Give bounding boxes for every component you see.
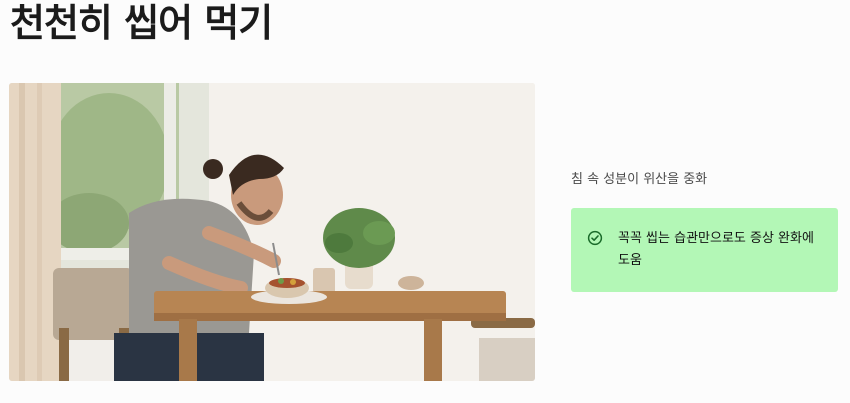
check-circle-icon xyxy=(587,230,603,246)
meal-photo xyxy=(9,83,535,381)
tip-text: 꼭꼭 씹는 습관만으로도 증상 완화에 도움 xyxy=(618,231,814,268)
page-title: 천천히 씹어 먹기 xyxy=(10,1,273,45)
tip-callout: 꼭꼭 씹는 습관만으로도 증상 완화에 도움 xyxy=(571,208,838,292)
page: 천천히 씹어 먹기 침 속 성분이 위산을 중화 꼭꼭 씹는 습관만으로도 증상… xyxy=(0,0,850,403)
caption: 침 속 성분이 위산을 중화 xyxy=(571,172,708,187)
